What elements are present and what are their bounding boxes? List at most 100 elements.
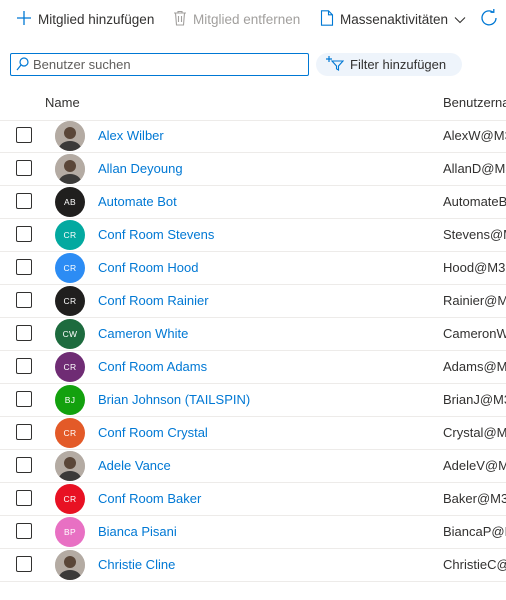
table-row[interactable]: BP Bianca Pisani BiancaP@M365x: [0, 516, 506, 549]
chevron-down-icon: [454, 12, 466, 27]
bulk-activities-button[interactable]: Massenaktivitäten: [320, 8, 466, 30]
avatar-photo: [55, 451, 85, 481]
user-name-link[interactable]: Bianca Pisani: [98, 524, 177, 539]
avatar-initials-text: CR: [63, 428, 77, 438]
user-principal-name: Baker@M365x: [443, 491, 506, 506]
row-checkbox[interactable]: [16, 490, 32, 506]
row-checkbox[interactable]: [16, 292, 32, 308]
avatar-photo: [55, 550, 85, 580]
avatar-initials-text: CR: [63, 263, 77, 273]
user-name-link[interactable]: Cameron White: [98, 326, 188, 341]
user-principal-name: Rainier@M365x: [443, 293, 506, 308]
column-header-name[interactable]: Name: [45, 95, 80, 110]
user-name-link[interactable]: Conf Room Hood: [98, 260, 198, 275]
row-checkbox[interactable]: [16, 523, 32, 539]
search-icon: [16, 57, 29, 74]
row-checkbox[interactable]: [16, 226, 32, 242]
avatar-initials-text: CR: [63, 362, 77, 372]
table-row[interactable]: CR Conf Room Stevens Stevens@M365x: [0, 219, 506, 252]
user-name-link[interactable]: Conf Room Rainier: [98, 293, 209, 308]
table-row[interactable]: BJ Brian Johnson (TAILSPIN) BrianJ@M365x: [0, 384, 506, 417]
person-icon: [55, 550, 85, 580]
refresh-icon: [480, 8, 498, 30]
user-principal-name: Adams@M365x: [443, 359, 506, 374]
user-name-link[interactable]: Christie Cline: [98, 557, 175, 572]
user-name-link[interactable]: Allan Deyoung: [98, 161, 183, 176]
avatar-photo: [55, 121, 85, 151]
refresh-button[interactable]: [480, 8, 498, 30]
row-checkbox[interactable]: [16, 424, 32, 440]
row-checkbox[interactable]: [16, 127, 32, 143]
user-principal-name: CameronW@M365x: [443, 326, 506, 341]
add-filter-label: Filter hinzufügen: [350, 57, 447, 72]
table-row[interactable]: CR Conf Room Adams Adams@M365x: [0, 351, 506, 384]
table-header: Name Benutzername: [0, 92, 506, 121]
row-checkbox[interactable]: [16, 325, 32, 341]
avatar-initials-text: CR: [63, 296, 77, 306]
table-row[interactable]: Allan Deyoung AllanD@M365x: [0, 153, 506, 186]
add-member-button[interactable]: Mitglied hinzufügen: [16, 8, 154, 30]
filter-icon: [326, 55, 345, 74]
table-row[interactable]: CR Conf Room Baker Baker@M365x: [0, 483, 506, 516]
table-row[interactable]: Adele Vance AdeleV@M365x: [0, 450, 506, 483]
user-name-link[interactable]: Alex Wilber: [98, 128, 164, 143]
user-principal-name: AllanD@M365x: [443, 161, 506, 176]
row-checkbox[interactable]: [16, 457, 32, 473]
add-member-label: Mitglied hinzufügen: [38, 11, 155, 27]
add-filter-button[interactable]: Filter hinzufügen: [316, 53, 462, 76]
user-name-link[interactable]: Automate Bot: [98, 194, 177, 209]
bulk-activities-label: Massenaktivitäten: [340, 11, 449, 27]
row-checkbox[interactable]: [16, 391, 32, 407]
user-principal-name: ChristieC@M365x: [443, 557, 506, 572]
avatar-initials: CW: [55, 319, 85, 349]
table-row[interactable]: CR Conf Room Hood Hood@M365x: [0, 252, 506, 285]
user-principal-name: AdeleV@M365x: [443, 458, 506, 473]
user-name-link[interactable]: Conf Room Crystal: [98, 425, 208, 440]
user-principal-name: BrianJ@M365x: [443, 392, 506, 407]
user-name-link[interactable]: Brian Johnson (TAILSPIN): [98, 392, 250, 407]
remove-member-button[interactable]: Mitglied entfernen: [173, 8, 300, 30]
search-box[interactable]: [10, 53, 309, 76]
avatar-initials-text: AB: [64, 197, 76, 207]
avatar-initials: BJ: [55, 385, 85, 415]
avatar-initials: CR: [55, 484, 85, 514]
column-header-username[interactable]: Benutzername: [443, 95, 506, 110]
search-input[interactable]: [33, 56, 301, 72]
document-icon: [320, 9, 334, 29]
person-icon: [55, 154, 85, 184]
table-row[interactable]: CR Conf Room Crystal Crystal@M365x: [0, 417, 506, 450]
user-principal-name: BiancaP@M365x: [443, 524, 506, 539]
remove-member-label: Mitglied entfernen: [193, 11, 301, 27]
avatar-initials: CR: [55, 253, 85, 283]
user-name-link[interactable]: Conf Room Adams: [98, 359, 207, 374]
trash-icon: [173, 10, 187, 29]
user-principal-name: AutomateBot@M365x: [443, 194, 506, 209]
avatar-initials-text: BJ: [64, 395, 76, 405]
row-checkbox[interactable]: [16, 160, 32, 176]
user-name-link[interactable]: Adele Vance: [98, 458, 171, 473]
user-name-link[interactable]: Conf Room Stevens: [98, 227, 214, 242]
user-principal-name: AlexW@M365x: [443, 128, 506, 143]
avatar-initials: CR: [55, 352, 85, 382]
user-list: Alex WilberAlexW@M365xAllan DeyoungAllan…: [0, 120, 506, 582]
row-checkbox[interactable]: [16, 193, 32, 209]
table-row[interactable]: CW Cameron White CameronW@M365x: [0, 318, 506, 351]
avatar-initials: CR: [55, 286, 85, 316]
row-checkbox[interactable]: [16, 358, 32, 374]
user-principal-name: Hood@M365x: [443, 260, 506, 275]
table-row[interactable]: Alex Wilber AlexW@M365x: [0, 120, 506, 153]
command-bar: Mitglied hinzufügen Mitglied entfernen M…: [0, 0, 506, 38]
table-row[interactable]: AB Automate Bot AutomateBot@M365x: [0, 186, 506, 219]
avatar-initials-text: CW: [62, 329, 78, 339]
person-icon: [55, 121, 85, 151]
row-checkbox[interactable]: [16, 556, 32, 572]
user-name-link[interactable]: Conf Room Baker: [98, 491, 201, 506]
table-row[interactable]: Christie Cline ChristieC@M365x: [0, 549, 506, 582]
avatar-initials-text: BP: [64, 527, 76, 537]
avatar-initials: BP: [55, 517, 85, 547]
user-principal-name: Stevens@M365x: [443, 227, 506, 242]
table-row[interactable]: CR Conf Room Rainier Rainier@M365x: [0, 285, 506, 318]
avatar-initials-text: CR: [63, 494, 77, 504]
row-checkbox[interactable]: [16, 259, 32, 275]
avatar-initials-text: CR: [63, 230, 77, 240]
